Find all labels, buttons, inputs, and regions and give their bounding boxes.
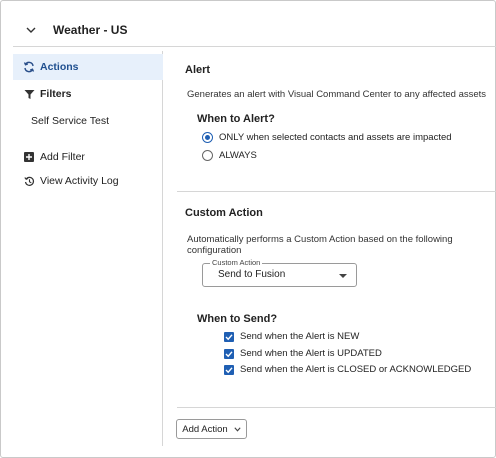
caret-down-icon — [339, 274, 347, 278]
chevron-down-icon — [234, 426, 241, 432]
custom-action-description: Automatically performs a Custom Action b… — [187, 234, 453, 256]
sidebar-item-label: Add Filter — [40, 151, 85, 163]
main-content: Alert Generates an alert with Visual Com… — [164, 51, 496, 446]
add-action-button[interactable]: Add Action — [176, 419, 247, 439]
sidebar-item-filters[interactable]: Filters — [13, 81, 163, 107]
panel-frame: Weather - US Actions Filters Self Servic… — [0, 0, 496, 458]
checkbox-label: Send when the Alert is NEW — [240, 331, 360, 342]
radio-label: ONLY when selected contacts and assets a… — [219, 132, 452, 143]
panel-title: Weather - US — [53, 22, 128, 37]
select-floating-label: Custom Action — [210, 258, 263, 267]
radio-button[interactable] — [202, 150, 213, 161]
sidebar-item-label: Filters — [40, 88, 72, 100]
radio-label: ALWAYS — [219, 150, 257, 161]
sidebar-item-actions[interactable]: Actions — [13, 54, 163, 80]
sidebar-item-label: View Activity Log — [40, 175, 119, 187]
chevron-down-icon[interactable] — [21, 27, 41, 33]
plus-box-icon — [23, 151, 35, 163]
refresh-actions-icon — [23, 61, 35, 73]
when-to-alert-label: When to Alert? — [197, 113, 275, 125]
sidebar: Actions Filters Self Service Test Add Fi… — [13, 51, 163, 446]
custom-action-select[interactable]: Custom Action Send to Fusion — [202, 258, 357, 287]
sidebar-item-add-filter[interactable]: Add Filter — [13, 144, 163, 170]
section-divider — [177, 407, 496, 408]
check-send-new[interactable]: Send when the Alert is NEW — [224, 331, 359, 342]
sidebar-item-self-service-test[interactable]: Self Service Test — [13, 108, 163, 134]
add-action-label: Add Action — [182, 423, 228, 435]
sidebar-item-label: Self Service Test — [31, 115, 110, 127]
checkbox[interactable] — [224, 364, 234, 375]
when-to-send-label: When to Send? — [197, 313, 278, 325]
panel-header[interactable]: Weather - US — [13, 13, 496, 47]
sidebar-item-view-activity-log[interactable]: View Activity Log — [13, 168, 163, 194]
radio-always[interactable]: ALWAYS — [202, 150, 257, 161]
custom-action-section-title: Custom Action — [185, 207, 263, 219]
sidebar-item-label: Actions — [40, 61, 79, 73]
filter-icon — [23, 88, 35, 100]
history-icon — [23, 175, 35, 187]
checkbox[interactable] — [224, 331, 234, 342]
radio-button[interactable] — [202, 132, 213, 143]
check-send-closed[interactable]: Send when the Alert is CLOSED or ACKNOWL… — [224, 364, 471, 375]
section-divider — [177, 191, 496, 192]
checkbox-label: Send when the Alert is CLOSED or ACKNOWL… — [240, 364, 472, 375]
alert-section-title: Alert — [185, 64, 211, 76]
alert-description: Generates an alert with Visual Command C… — [187, 89, 487, 100]
checkbox[interactable] — [224, 348, 234, 359]
select-value: Send to Fusion — [218, 269, 286, 280]
check-send-updated[interactable]: Send when the Alert is UPDATED — [224, 348, 382, 359]
radio-only-selected[interactable]: ONLY when selected contacts and assets a… — [202, 132, 452, 143]
checkbox-label: Send when the Alert is UPDATED — [240, 348, 382, 359]
